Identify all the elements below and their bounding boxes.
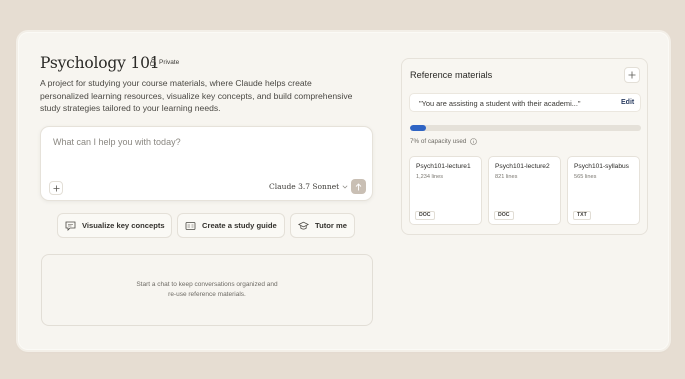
conversations-empty-state: Start a chat to keep conversations organ… — [41, 254, 373, 326]
capacity-label: 7% of capacity used — [410, 138, 467, 145]
plus-icon — [628, 71, 636, 79]
chat-input[interactable] — [53, 137, 353, 147]
project-description: A project for studying your course mater… — [40, 78, 353, 113]
empty-state-text: Start a chat to keep conversations organ… — [42, 280, 372, 300]
file-type-badge: DOC — [415, 211, 435, 220]
file-name: Psych101-lecture2 — [495, 163, 550, 170]
graduation-cap-icon — [297, 220, 309, 232]
suggestion-label: Tutor me — [315, 221, 347, 230]
suggestion-create-study-guide[interactable]: Create a study guide — [177, 213, 285, 238]
reference-materials-panel: Reference materials "You are assisting a… — [401, 58, 648, 235]
attach-button[interactable] — [49, 181, 63, 195]
add-reference-button[interactable] — [624, 67, 640, 83]
suggestion-label: Create a study guide — [202, 221, 277, 230]
file-type-badge: TXT — [573, 211, 591, 220]
project-title: Psychology 101 — [40, 54, 160, 72]
plus-icon — [53, 185, 59, 191]
reference-title: Reference materials — [410, 70, 493, 80]
capacity-bar — [410, 125, 641, 131]
suggestion-visualize-key-concepts[interactable]: Visualize key concepts — [57, 213, 172, 238]
arrow-up-icon — [355, 182, 362, 190]
project-instructions[interactable]: "You are assisting a student with their … — [409, 93, 641, 112]
file-line-count: 1,234 lines — [416, 174, 444, 180]
send-button[interactable] — [351, 179, 366, 194]
edit-instructions-button[interactable]: Edit — [621, 99, 634, 106]
info-icon[interactable] — [470, 138, 478, 145]
file-card[interactable]: Psych101-syllabus 565 lines TXT — [567, 156, 640, 225]
file-type-badge: DOC — [494, 211, 514, 220]
instructions-preview: "You are assisting a student with their … — [419, 99, 581, 108]
capacity-info: 7% of capacity used — [410, 138, 478, 145]
document-icon — [184, 220, 196, 232]
empty-state-line: re-use reference materials. — [168, 291, 246, 298]
file-name: Psych101-lecture1 — [416, 163, 471, 170]
lock-icon — [150, 59, 156, 66]
chat-composer: Claude 3.7 Sonnet — [40, 126, 373, 201]
suggestion-label: Visualize key concepts — [82, 221, 165, 230]
chat-bubble-icon — [64, 220, 76, 232]
visibility-label: Private — [159, 59, 180, 66]
file-card[interactable]: Psych101-lecture2 821 lines DOC — [488, 156, 561, 225]
file-list: Psych101-lecture1 1,234 lines DOC Psych1… — [409, 156, 640, 225]
model-name: Claude 3.7 Sonnet — [269, 182, 340, 191]
model-selector[interactable]: Claude 3.7 Sonnet — [269, 182, 348, 191]
file-line-count: 565 lines — [574, 174, 597, 180]
file-line-count: 821 lines — [495, 174, 518, 180]
suggestion-tutor-me[interactable]: Tutor me — [290, 213, 355, 238]
file-card[interactable]: Psych101-lecture1 1,234 lines DOC — [409, 156, 482, 225]
chevron-down-icon — [342, 185, 348, 188]
file-name: Psych101-syllabus — [574, 163, 629, 170]
capacity-bar-fill — [410, 125, 427, 131]
visibility-badge: Private — [150, 59, 179, 66]
empty-state-line: Start a chat to keep conversations organ… — [136, 281, 278, 288]
